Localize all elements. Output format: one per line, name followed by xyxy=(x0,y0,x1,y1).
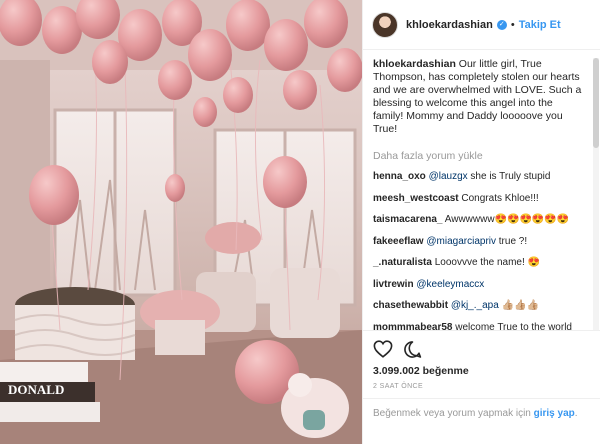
comment-icon[interactable] xyxy=(403,340,422,359)
comment-username[interactable]: meesh_westcoast xyxy=(373,193,459,204)
comment-username[interactable]: taismacarena_ xyxy=(373,214,443,225)
action-icons xyxy=(373,337,591,361)
instagram-post: DONALD khloekardashian ✓ • Takip Et khlo… xyxy=(0,0,600,444)
post-header: khloekardashian ✓ • Takip Et xyxy=(363,0,600,50)
comment-item: _.naturalista Looovvve the name! 😍 xyxy=(373,257,583,270)
post-caption: khloekardashian Our little girl, True Th… xyxy=(373,58,583,136)
comment-username[interactable]: chasethewabbit xyxy=(373,300,448,311)
post-timestamp[interactable]: 2 SAAT ÖNCE xyxy=(373,383,591,390)
comment-item: mommmabear58 welcome True to the world❤️… xyxy=(373,322,583,331)
likes-label: beğenme xyxy=(422,365,469,377)
comment-text: Looovvve the name! 😍 xyxy=(434,257,540,268)
login-link[interactable]: giriş yap xyxy=(534,408,575,419)
comment-item: henna_oxo @lauzgx she is Truly stupid xyxy=(373,171,583,184)
comment-mention[interactable]: @miagarciapriv xyxy=(426,236,496,247)
avatar[interactable] xyxy=(372,11,398,38)
comment-text: Awwwwww😍😍😍😍😍😍 xyxy=(444,214,570,225)
comment-item: taismacarena_ Awwwwww😍😍😍😍😍😍 xyxy=(373,214,583,227)
comment-username[interactable]: livtrewin xyxy=(373,279,414,290)
likes-count[interactable]: 3.099.002 beğenme xyxy=(373,365,591,377)
comment-item: livtrewin @keeleymaccx xyxy=(373,279,583,292)
follow-button[interactable]: Takip Et xyxy=(519,19,561,31)
comment-mention[interactable]: @lauzgx xyxy=(429,171,468,182)
header-separator: • xyxy=(510,18,515,31)
comment-text: 👍🏼👍🏼👍🏼 xyxy=(498,300,539,311)
comment-text: Congrats Khloe!!! xyxy=(461,192,539,204)
comment-item: chasethewabbit @kj_._apa 👍🏼👍🏼👍🏼 xyxy=(373,300,583,313)
post-actions: 3.099.002 beğenme 2 SAAT ÖNCE xyxy=(363,330,600,390)
comment-username[interactable]: fakeeeflaw xyxy=(373,236,424,247)
comment-mention[interactable]: @kj_._apa xyxy=(451,300,499,311)
heart-icon[interactable] xyxy=(373,340,393,358)
likes-number: 3.099.002 xyxy=(373,365,420,377)
verified-badge-icon: ✓ xyxy=(496,19,507,30)
balloon-room-photo: DONALD xyxy=(0,0,362,444)
login-prompt-text: Beğenmek veya yorum yapmak için xyxy=(373,408,534,419)
comments-list[interactable]: khloekardashian Our little girl, True Th… xyxy=(363,58,593,330)
header-username[interactable]: khloekardashian xyxy=(406,19,493,31)
post-side-panel: khloekardashian ✓ • Takip Et khloekardas… xyxy=(362,0,600,444)
comment-username[interactable]: henna_oxo xyxy=(373,171,426,182)
svg-text:DONALD: DONALD xyxy=(8,382,64,397)
login-prompt-suffix: . xyxy=(574,408,578,419)
scrollbar-thumb[interactable] xyxy=(593,58,599,148)
post-photo[interactable]: DONALD xyxy=(0,0,362,444)
comment-text: she is Truly stupid xyxy=(467,171,551,182)
comment-username[interactable]: _.naturalista xyxy=(373,257,432,268)
login-prompt: Beğenmek veya yorum yapmak için giriş ya… xyxy=(363,398,600,444)
comment-text: true ?! xyxy=(496,235,528,247)
load-more-comments-button[interactable]: Daha fazla yorum yükle xyxy=(373,150,583,162)
caption-username[interactable]: khloekardashian xyxy=(373,58,456,70)
comments-scrollbar[interactable] xyxy=(593,58,599,330)
comment-mention[interactable]: @keeleymaccx xyxy=(416,279,484,290)
comment-item: meesh_westcoast Congrats Khloe!!! xyxy=(373,193,583,206)
comment-username[interactable]: mommmabear58 xyxy=(373,322,452,331)
comment-item: fakeeeflaw @miagarciapriv true ?! xyxy=(373,236,583,249)
